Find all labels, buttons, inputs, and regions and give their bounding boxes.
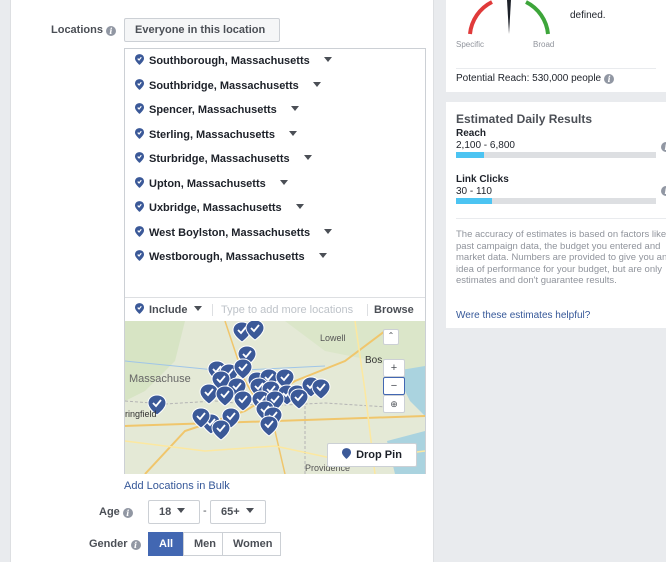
drop-pin-button[interactable]: Drop Pin <box>327 443 417 467</box>
gender-women-button[interactable]: Women <box>222 532 281 556</box>
pin-icon <box>342 448 352 459</box>
estimated-results-card: Estimated Daily Results Reach 2,100 - 6,… <box>446 102 666 328</box>
location-map[interactable]: Lowell Bos Massachuse ringfield Providen… <box>125 321 425 474</box>
include-dropdown[interactable]: Include <box>135 298 202 322</box>
age-max-dropdown[interactable]: 65+ <box>210 500 266 524</box>
info-icon[interactable]: i <box>604 74 615 84</box>
reach-value: 2,100 - 6,800 <box>456 140 515 151</box>
location-item[interactable]: Spencer, Massachusetts <box>135 98 299 122</box>
audience-definition-card: defined. Specific Broad Potential Reach:… <box>446 0 666 92</box>
audience-summary-column: defined. Specific Broad Potential Reach:… <box>446 0 666 562</box>
pin-icon <box>135 127 144 139</box>
map-place-label: ringfield <box>125 409 157 419</box>
pin-icon <box>135 78 144 90</box>
link-clicks-bar <box>456 198 656 204</box>
caret-down-icon[interactable] <box>288 130 297 136</box>
caret-down-icon[interactable] <box>318 253 327 258</box>
map-place-label: Bos <box>365 355 383 366</box>
info-icon[interactable]: i <box>130 540 141 550</box>
potential-reach: Potential Reach: 530,000 people i <box>456 68 656 84</box>
audience-gauge <box>468 0 550 35</box>
location-item[interactable]: Westborough, Massachusetts <box>135 245 327 269</box>
include-divider <box>212 304 213 316</box>
caret-down-icon[interactable] <box>323 57 332 62</box>
pin-icon <box>135 250 144 261</box>
location-item-label: Sterling, Massachusetts <box>149 128 275 141</box>
location-item-label: Sturbridge, Massachusetts <box>149 153 290 165</box>
info-icon[interactable]: i <box>661 142 666 152</box>
locate-button[interactable]: ⊕ <box>383 395 405 413</box>
location-type-dropdown[interactable]: Everyone in this location <box>124 18 280 53</box>
location-item[interactable]: Southborough, Massachusetts <box>135 49 332 73</box>
gauge-broad-label: Broad <box>533 40 555 49</box>
pin-icon <box>135 201 144 212</box>
pin-icon <box>135 176 144 188</box>
pin-icon <box>135 54 144 65</box>
location-item-label: Southbridge, Massachusetts <box>149 79 299 92</box>
pin-icon <box>135 225 144 237</box>
info-icon[interactable]: i <box>105 26 116 36</box>
add-locations-bulk-link[interactable]: Add Locations in Bulk <box>124 480 230 492</box>
caret-down-icon <box>177 508 186 513</box>
location-item[interactable]: Uxbridge, Massachusetts <box>135 196 304 220</box>
estimates-helpful-link[interactable]: Were these estimates helpful? <box>456 310 590 321</box>
map-place-label: Massachuse <box>129 373 191 385</box>
targeting-panel: Locations i Everyone in this location Sou… <box>10 0 434 562</box>
gender-all-button[interactable]: All <box>148 532 184 556</box>
location-item[interactable]: Southbridge, Massachusetts <box>135 74 321 98</box>
link-clicks-value: 30 - 110 <box>456 186 492 197</box>
estimates-disclaimer: The accuracy of estimates is based on fa… <box>456 218 666 287</box>
location-item[interactable]: Sturbridge, Massachusetts <box>135 147 312 171</box>
location-item-label: West Boylston, Massachusetts <box>149 226 311 239</box>
gauge-specific-label: Specific <box>456 40 485 49</box>
pin-icon <box>135 303 144 314</box>
info-icon[interactable]: i <box>661 186 666 196</box>
caret-down-icon <box>193 306 202 311</box>
browse-button[interactable]: Browse <box>374 298 414 322</box>
pin-icon <box>135 103 144 114</box>
location-item-label: Upton, Massachusetts <box>149 177 266 190</box>
age-separator: - <box>203 505 207 517</box>
audience-defined-text: defined. <box>570 10 606 21</box>
pin-icon <box>135 152 144 163</box>
link-clicks-label: Link Clicks <box>456 174 509 185</box>
caret-down-icon[interactable] <box>279 179 288 185</box>
caret-down-icon[interactable] <box>303 155 312 160</box>
reach-bar <box>456 152 656 158</box>
gender-label: Gender i <box>89 538 141 550</box>
gender-men-button[interactable]: Men <box>183 532 223 556</box>
age-min-dropdown[interactable]: 18 <box>148 500 200 524</box>
zoom-out-button[interactable]: − <box>383 377 405 395</box>
location-item-label: Spencer, Massachusetts <box>149 104 277 116</box>
caret-down-icon <box>245 508 254 513</box>
location-box: Southborough, Massachusetts Southbridge, … <box>124 48 426 474</box>
location-item[interactable]: Sterling, Massachusetts <box>135 123 297 147</box>
estimates-title: Estimated Daily Results <box>456 112 593 126</box>
reach-label: Reach <box>456 128 487 139</box>
map-fullscreen-button[interactable]: ⌃ <box>383 329 399 345</box>
zoom-in-button[interactable]: + <box>383 359 405 377</box>
location-item-label: Westborough, Massachusetts <box>149 251 305 263</box>
locations-label: Locations i <box>51 24 116 36</box>
caret-down-icon[interactable] <box>295 204 304 209</box>
caret-down-icon[interactable] <box>324 228 333 234</box>
link-clicks-bar-fill <box>456 198 492 204</box>
location-item[interactable]: West Boylston, Massachusetts <box>135 221 333 245</box>
location-item-label: Uxbridge, Massachusetts <box>149 202 282 214</box>
location-item-label: Southborough, Massachusetts <box>149 55 310 67</box>
age-label: Age i <box>99 506 133 518</box>
location-item[interactable]: Upton, Massachusetts <box>135 172 288 196</box>
caret-down-icon[interactable] <box>312 81 321 87</box>
map-place-label: Lowell <box>320 333 346 343</box>
reach-bar-fill <box>456 152 484 158</box>
include-row: Include Type to add more locations Brows… <box>125 297 425 321</box>
location-search-input[interactable]: Type to add more locations <box>221 298 353 322</box>
browse-divider <box>367 304 368 316</box>
info-icon[interactable]: i <box>122 508 133 518</box>
caret-down-icon[interactable] <box>290 106 299 111</box>
